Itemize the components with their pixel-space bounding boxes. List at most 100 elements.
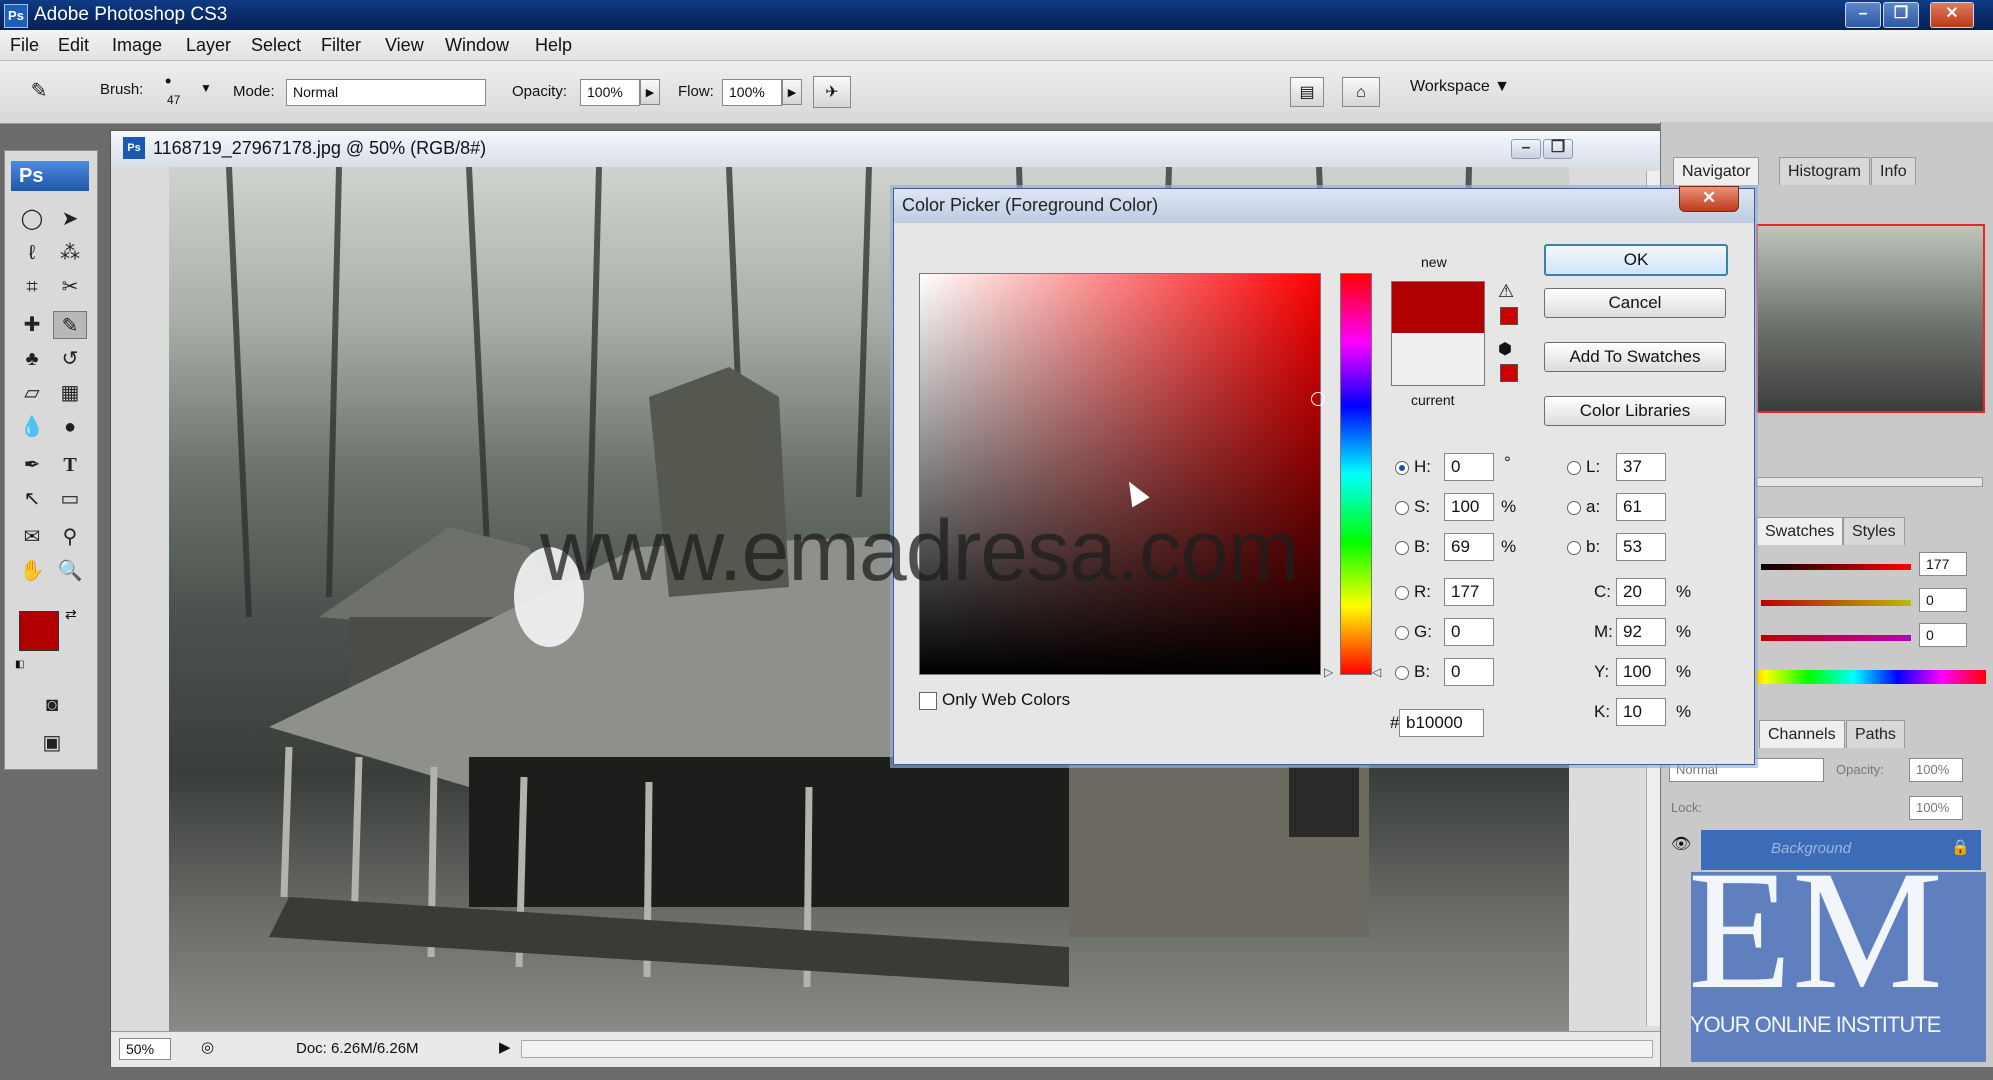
navigator-thumbnail[interactable] <box>1756 224 1985 413</box>
palette-well-icon[interactable]: ▤ <box>1290 77 1324 107</box>
hue-slider-left-arrow-icon[interactable]: ▷ <box>1324 665 1333 679</box>
a-channel-input[interactable]: 61 <box>1616 493 1666 521</box>
green-slider[interactable] <box>1761 600 1911 606</box>
color-field-picker-ring[interactable] <box>1311 392 1325 406</box>
a-channel-radio[interactable] <box>1567 501 1581 515</box>
hex-input[interactable]: b10000 <box>1399 709 1484 737</box>
move-tool-icon[interactable]: ➤ <box>53 205 87 233</box>
gradient-tool-icon[interactable]: ▦ <box>53 379 87 407</box>
menu-filter[interactable]: Filter <box>321 35 361 56</box>
navigator-zoom-slider[interactable] <box>1756 477 1983 487</box>
close-button[interactable]: ✕ <box>1930 2 1974 28</box>
menu-view[interactable]: View <box>385 35 424 56</box>
bridge-icon[interactable]: ⌂ <box>1342 77 1380 107</box>
saturation-radio[interactable] <box>1395 501 1409 515</box>
menu-file[interactable]: File <box>10 35 39 56</box>
blue-slider-value[interactable]: 0 <box>1919 623 1967 647</box>
menu-select[interactable]: Select <box>251 35 301 56</box>
document-minimize-button[interactable]: – <box>1511 139 1541 159</box>
document-restore-button[interactable]: ❐ <box>1543 139 1573 159</box>
slice-tool-icon[interactable]: ✂ <box>53 273 87 301</box>
path-selection-tool-icon[interactable]: ↖ <box>15 485 49 513</box>
color-libraries-button[interactable]: Color Libraries <box>1544 396 1726 426</box>
hue-slider[interactable] <box>1340 273 1372 675</box>
color-field[interactable] <box>919 273 1325 675</box>
tab-paths[interactable]: Paths <box>1846 720 1905 748</box>
add-to-swatches-button[interactable]: Add To Swatches <box>1544 342 1726 372</box>
brush-dropdown-icon[interactable]: ▼ <box>200 81 212 95</box>
history-brush-tool-icon[interactable]: ↺ <box>53 345 87 373</box>
airbrush-icon[interactable]: ✈ <box>813 76 851 108</box>
restore-button[interactable]: ❐ <box>1883 2 1919 28</box>
notes-tool-icon[interactable]: ✉ <box>15 523 49 551</box>
tab-info[interactable]: Info <box>1871 157 1916 185</box>
menu-window[interactable]: Window <box>445 35 509 56</box>
workspace-menu[interactable]: Workspace ▼ <box>1410 78 1510 96</box>
brush-preset-icon[interactable]: ✎ <box>22 77 56 105</box>
tab-styles[interactable]: Styles <box>1843 517 1905 545</box>
red-radio[interactable] <box>1395 586 1409 600</box>
blur-tool-icon[interactable]: 💧 <box>15 413 49 441</box>
flow-input[interactable]: 100% <box>722 79 782 106</box>
status-menu-arrow-icon[interactable]: ▶ <box>499 1038 511 1056</box>
brush-dot-icon[interactable]: • <box>165 71 171 92</box>
b-channel-radio[interactable] <box>1567 541 1581 555</box>
current-color-swatch[interactable] <box>1391 333 1485 386</box>
brush-tool-icon[interactable]: ✎ <box>53 311 87 339</box>
saturation-input[interactable]: 100 <box>1444 493 1494 521</box>
dialog-close-button[interactable]: ✕ <box>1679 186 1739 212</box>
menu-image[interactable]: Image <box>112 35 162 56</box>
tab-histogram[interactable]: Histogram <box>1779 157 1870 185</box>
hue-radio[interactable] <box>1395 461 1409 475</box>
crop-tool-icon[interactable]: ⌗ <box>15 273 49 301</box>
tab-navigator[interactable]: Navigator <box>1673 157 1760 185</box>
screen-mode-icon[interactable]: ▣ <box>35 729 69 757</box>
layer-opacity-input[interactable]: 100% <box>1909 758 1963 782</box>
hand-tool-icon[interactable]: ✋ <box>15 557 49 585</box>
color-ramp[interactable] <box>1721 670 1986 684</box>
green-radio[interactable] <box>1395 626 1409 640</box>
layer-fill-input[interactable]: 100% <box>1909 796 1963 820</box>
shape-tool-icon[interactable]: ▭ <box>53 485 87 513</box>
web-safe-warning-icon[interactable]: ⬢ <box>1498 339 1512 359</box>
lightness-input[interactable]: 37 <box>1616 453 1666 481</box>
magic-wand-tool-icon[interactable]: ⁂ <box>53 239 87 267</box>
red-slider[interactable] <box>1761 564 1911 570</box>
default-colors-icon[interactable]: ◧ <box>15 659 24 670</box>
zoom-level-input[interactable]: 50% <box>119 1038 171 1060</box>
eyedropper-tool-icon[interactable]: ⚲ <box>53 523 87 551</box>
flow-arrow-icon[interactable]: ▶ <box>782 79 802 105</box>
lasso-tool-icon[interactable]: ℓ <box>15 239 49 267</box>
status-info-icon[interactable]: ◎ <box>201 1038 214 1056</box>
hue-slider-right-arrow-icon[interactable]: ◁ <box>1372 665 1381 679</box>
menu-layer[interactable]: Layer <box>186 35 231 56</box>
marquee-tool-icon[interactable]: ◯ <box>15 205 49 233</box>
only-web-colors-checkbox[interactable] <box>919 692 937 710</box>
brightness-radio[interactable] <box>1395 541 1409 555</box>
b-channel-input[interactable]: 53 <box>1616 533 1666 561</box>
foreground-color-swatch[interactable] <box>19 611 59 651</box>
clone-stamp-tool-icon[interactable]: ♣ <box>15 345 49 373</box>
green-slider-value[interactable]: 0 <box>1919 588 1967 612</box>
dodge-tool-icon[interactable]: ● <box>53 413 87 441</box>
red-slider-value[interactable]: 177 <box>1919 552 1967 576</box>
pen-tool-icon[interactable]: ✒ <box>15 451 49 479</box>
type-tool-icon[interactable]: T <box>53 451 87 479</box>
healing-brush-tool-icon[interactable]: ✚ <box>15 311 49 339</box>
lightness-radio[interactable] <box>1567 461 1581 475</box>
gamut-color-swatch[interactable] <box>1500 307 1518 325</box>
black-input[interactable]: 10 <box>1616 698 1666 726</box>
yellow-input[interactable]: 100 <box>1616 658 1666 686</box>
cyan-input[interactable]: 20 <box>1616 578 1666 606</box>
blue-input[interactable]: 0 <box>1444 658 1494 686</box>
swap-colors-icon[interactable]: ⇄ <box>65 606 77 623</box>
opacity-arrow-icon[interactable]: ▶ <box>640 79 660 105</box>
cancel-button[interactable]: Cancel <box>1544 288 1726 318</box>
ok-button[interactable]: OK <box>1544 244 1728 276</box>
eraser-tool-icon[interactable]: ▱ <box>15 379 49 407</box>
blue-radio[interactable] <box>1395 666 1409 680</box>
out-of-gamut-warning-icon[interactable]: ⚠ <box>1498 281 1514 302</box>
red-input[interactable]: 177 <box>1444 578 1494 606</box>
blue-slider[interactable] <box>1761 635 1911 641</box>
zoom-tool-icon[interactable]: 🔍 <box>53 557 87 585</box>
